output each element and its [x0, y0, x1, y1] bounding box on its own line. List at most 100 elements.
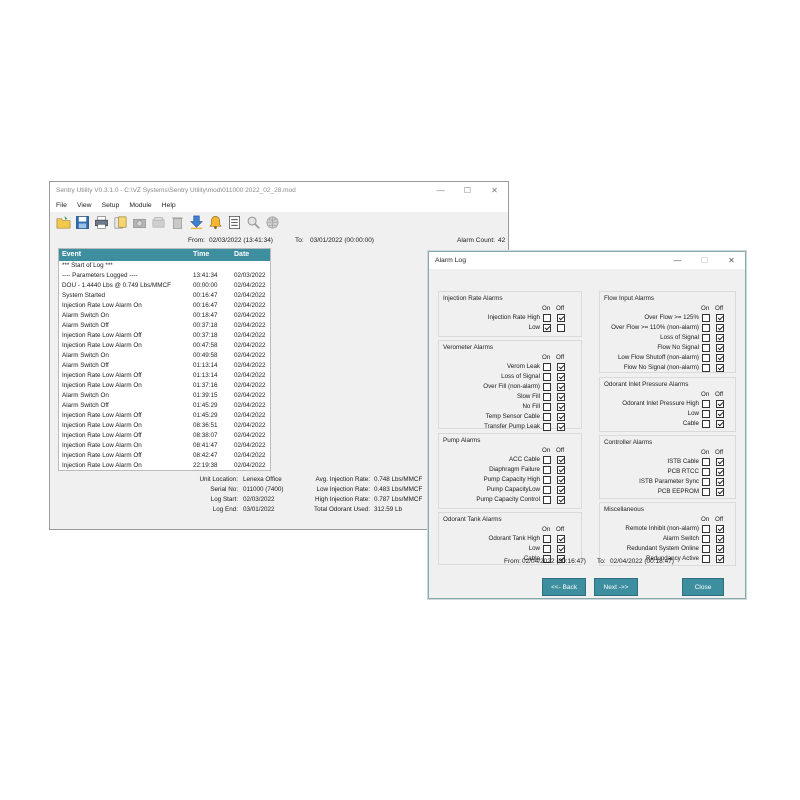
menu-module[interactable]: Module [129, 202, 151, 209]
event-row[interactable]: Alarm Switch On 00:18:47 02/04/2022 [59, 311, 270, 321]
off-checkbox[interactable] [557, 423, 565, 431]
column-header-time[interactable]: Time [193, 249, 209, 261]
event-row[interactable]: Alarm Switch Off 00:37:18 02/04/2022 [59, 321, 270, 331]
off-checkbox[interactable] [557, 324, 565, 332]
off-checkbox[interactable] [716, 420, 724, 428]
on-checkbox[interactable] [543, 486, 551, 494]
on-checkbox[interactable] [543, 363, 551, 371]
off-checkbox[interactable] [716, 535, 724, 543]
off-checkbox[interactable] [557, 486, 565, 494]
off-checkbox[interactable] [716, 344, 724, 352]
menu-help[interactable]: Help [162, 202, 176, 209]
download-icon[interactable] [188, 214, 205, 231]
on-checkbox[interactable] [543, 383, 551, 391]
next-button[interactable]: Next ->> [594, 578, 638, 596]
minimize-button[interactable]: — [427, 182, 454, 199]
on-checkbox[interactable] [543, 403, 551, 411]
maximize-button[interactable]: ☐ [691, 252, 718, 269]
alarm-titlebar[interactable]: Alarm Log — ☐ ✕ [429, 252, 745, 269]
event-row[interactable]: Injection Rate Low Alarm On 00:47:58 02/04… [59, 341, 270, 351]
on-checkbox[interactable] [702, 400, 710, 408]
main-titlebar[interactable]: Sentry Utility V0.3.1.0 - C:\VZ Systems\… [50, 182, 508, 199]
on-checkbox[interactable] [543, 393, 551, 401]
off-checkbox[interactable] [557, 545, 565, 553]
on-checkbox[interactable] [702, 535, 710, 543]
save-icon[interactable] [74, 214, 91, 231]
on-checkbox[interactable] [702, 410, 710, 418]
off-checkbox[interactable] [557, 456, 565, 464]
checklist-icon[interactable] [226, 214, 243, 231]
off-checkbox[interactable] [716, 364, 724, 372]
off-checkbox[interactable] [716, 314, 724, 322]
close-button[interactable]: ✕ [718, 252, 745, 269]
event-row[interactable]: Injection Rate Low Alarm On 08:36:51 02/04… [59, 421, 270, 431]
trash-icon[interactable] [169, 214, 186, 231]
camera-icon[interactable] [131, 214, 148, 231]
off-checkbox[interactable] [557, 363, 565, 371]
on-checkbox[interactable] [702, 555, 710, 563]
event-row[interactable]: Injection Rate Low Alarm On 00:16:47 02/04… [59, 301, 270, 311]
on-checkbox[interactable] [543, 466, 551, 474]
off-checkbox[interactable] [557, 466, 565, 474]
event-row[interactable]: Alarm Switch On 00:49:58 02/04/2022 [59, 351, 270, 361]
off-checkbox[interactable] [716, 354, 724, 362]
on-checkbox[interactable] [543, 535, 551, 543]
off-checkbox[interactable] [716, 478, 724, 486]
on-checkbox[interactable] [702, 344, 710, 352]
event-row[interactable]: ---- Parameters Logged ---- 13:41:34 02/03… [59, 271, 270, 281]
on-checkbox[interactable] [702, 478, 710, 486]
on-checkbox[interactable] [702, 488, 710, 496]
off-checkbox[interactable] [557, 413, 565, 421]
event-row[interactable]: Injection Rate Low Alarm Off 08:42:47 02/0… [59, 451, 270, 461]
cards-icon[interactable] [112, 214, 129, 231]
on-checkbox[interactable] [543, 423, 551, 431]
menu-view[interactable]: View [77, 202, 92, 209]
on-checkbox[interactable] [543, 496, 551, 504]
off-checkbox[interactable] [557, 314, 565, 322]
on-checkbox[interactable] [543, 373, 551, 381]
off-checkbox[interactable] [557, 535, 565, 543]
event-row[interactable]: System Started 00:16:47 02/04/2022 [59, 291, 270, 301]
back-button[interactable]: <<- Back [542, 578, 586, 596]
on-checkbox[interactable] [543, 545, 551, 553]
on-checkbox[interactable] [543, 456, 551, 464]
on-checkbox[interactable] [702, 334, 710, 342]
on-checkbox[interactable] [543, 476, 551, 484]
off-checkbox[interactable] [716, 410, 724, 418]
disabled-tool-icon[interactable] [150, 214, 167, 231]
off-checkbox[interactable] [716, 458, 724, 466]
event-row[interactable]: Injection Rate Low Alarm On 08:41:47 02/04… [59, 441, 270, 451]
on-checkbox[interactable] [702, 314, 710, 322]
on-checkbox[interactable] [702, 324, 710, 332]
menu-setup[interactable]: Setup [102, 202, 120, 209]
event-row[interactable]: Alarm Switch Off 01:13:14 02/04/2022 [59, 361, 270, 371]
off-checkbox[interactable] [557, 373, 565, 381]
on-checkbox[interactable] [543, 314, 551, 322]
alarm-close-button[interactable]: Close [682, 578, 724, 596]
magnifier-icon[interactable] [245, 214, 262, 231]
column-header-date[interactable]: Date [234, 249, 249, 261]
off-checkbox[interactable] [716, 468, 724, 476]
off-checkbox[interactable] [716, 488, 724, 496]
event-row[interactable]: Injection Rate Low Alarm Off 00:37:18 02/0… [59, 331, 270, 341]
open-folder-icon[interactable] [55, 214, 72, 231]
on-checkbox[interactable] [702, 354, 710, 362]
on-checkbox[interactable] [702, 545, 710, 553]
event-row[interactable]: Injection Rate Low Alarm On 01:37:16 02/04… [59, 381, 270, 391]
event-row[interactable]: Alarm Switch Off 01:45:29 02/04/2022 [59, 401, 270, 411]
print-icon[interactable] [93, 214, 110, 231]
minimize-button[interactable]: — [664, 252, 691, 269]
off-checkbox[interactable] [557, 496, 565, 504]
on-checkbox[interactable] [543, 324, 551, 332]
menu-file[interactable]: File [56, 202, 67, 209]
event-row[interactable]: *** Start of Log *** [59, 261, 270, 271]
event-row[interactable]: Alarm Switch On 01:39:15 02/04/2022 [59, 391, 270, 401]
event-row[interactable]: Injection Rate Low Alarm Off 01:45:29 02/0… [59, 411, 270, 421]
off-checkbox[interactable] [716, 400, 724, 408]
globe-icon[interactable] [264, 214, 281, 231]
on-checkbox[interactable] [702, 525, 710, 533]
off-checkbox[interactable] [716, 324, 724, 332]
off-checkbox[interactable] [716, 555, 724, 563]
maximize-button[interactable]: ☐ [454, 182, 481, 199]
off-checkbox[interactable] [716, 334, 724, 342]
